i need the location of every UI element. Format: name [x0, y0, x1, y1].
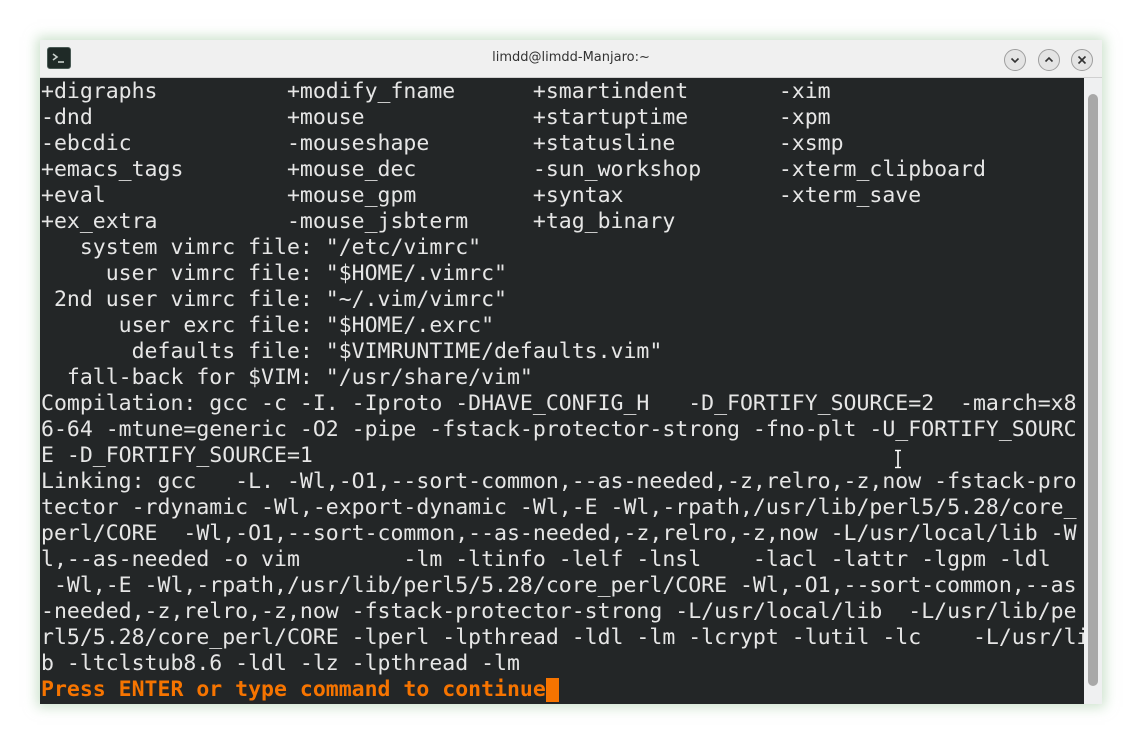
terminal-line: +eval +mouse_gpm +syntax -xterm_save: [41, 183, 922, 208]
vertical-scrollbar[interactable]: [1084, 78, 1102, 704]
terminal-line: b -ltclstub8.6 -ldl -lz -lpthread -lm: [41, 651, 520, 676]
window-title: limdd@limdd-Manjaro:~: [492, 50, 650, 65]
maximize-icon: [1044, 56, 1054, 63]
terminal-text: +digraphs +modify_fname +smartindent -xi…: [41, 79, 1084, 703]
minimize-icon: [1010, 57, 1020, 64]
maximize-button[interactable]: [1038, 49, 1060, 71]
close-icon: [1077, 55, 1087, 65]
press-enter-prompt: Press ENTER or type command to continue: [41, 677, 1084, 703]
terminal-line: +digraphs +modify_fname +smartindent -xi…: [41, 79, 831, 104]
terminal-line: Compilation: gcc -c -I. -Iproto -DHAVE_C…: [41, 391, 1077, 416]
minimize-button[interactable]: [1004, 49, 1026, 71]
close-button[interactable]: [1071, 49, 1093, 71]
terminal-line: defaults file: "$VIMRUNTIME/defaults.vim…: [41, 339, 663, 364]
terminal-line: +ex_extra -mouse_jsbterm +tag_binary: [41, 209, 676, 234]
scrollbar-thumb[interactable]: [1088, 94, 1098, 686]
terminal-line: Linking: gcc -L. -Wl,-O1,--sort-common,-…: [41, 469, 1077, 494]
terminal-line: rl5/5.28/core_perl/CORE -lperl -lpthread…: [41, 625, 1084, 650]
block-cursor: [545, 678, 559, 702]
terminal-line: perl/CORE -Wl,-O1,--sort-common,--as-nee…: [41, 521, 1077, 546]
text-cursor-icon: [895, 449, 901, 469]
terminal-line: E -D_FORTIFY_SOURCE=1: [41, 443, 313, 468]
prompt-text: Press ENTER or type command to continue: [41, 677, 546, 702]
terminal-line: 6-64 -mtune=generic -O2 -pipe -fstack-pr…: [41, 417, 1077, 442]
terminal-line: -dnd +mouse +startuptime -xpm: [41, 105, 831, 130]
terminal-window: limdd@limdd-Manjaro:~ +digraphs +modify_…: [40, 40, 1102, 704]
terminal-line: l,--as-needed -o vim -lm -ltinfo -lelf -…: [41, 547, 1051, 572]
terminal-line: 2nd user vimrc file: "~/.vim/vimrc": [41, 287, 507, 312]
terminal-line: -ebcdic -mouseshape +statusline -xsmp: [41, 131, 844, 156]
terminal-output[interactable]: +digraphs +modify_fname +smartindent -xi…: [40, 78, 1084, 704]
terminal-line: user vimrc file: "$HOME/.vimrc": [41, 261, 507, 286]
terminal-line: user exrc file: "$HOME/.exrc": [41, 313, 495, 338]
terminal-line: -needed,-z,relro,-z,now -fstack-protecto…: [41, 599, 1077, 624]
title-bar[interactable]: limdd@limdd-Manjaro:~: [40, 40, 1102, 78]
terminal-line: tector -rdynamic -Wl,-export-dynamic -Wl…: [41, 495, 1077, 520]
terminal-line: fall-back for $VIM: "/usr/share/vim": [41, 365, 533, 390]
terminal-line: -Wl,-E -Wl,-rpath,/usr/lib/perl5/5.28/co…: [41, 573, 1077, 598]
terminal-line: system vimrc file: "/etc/vimrc": [41, 235, 482, 260]
terminal-line: +emacs_tags +mouse_dec -sun_workshop -xt…: [41, 157, 986, 182]
